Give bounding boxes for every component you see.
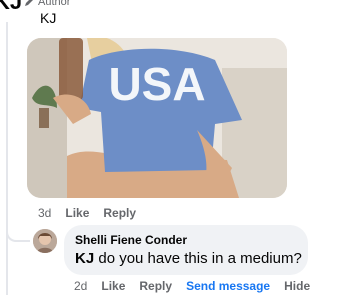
hide-button[interactable]: Hide (284, 279, 310, 293)
reply-connector (6, 214, 30, 242)
comment-text: KJ (40, 10, 57, 26)
thread-line (6, 22, 8, 295)
pen-icon (24, 0, 34, 7)
comment-actions: 3d Like Reply (38, 206, 136, 220)
like-button[interactable]: Like (65, 206, 89, 220)
reply-timestamp[interactable]: 2d (74, 279, 87, 293)
author-badge-label: Author (38, 0, 71, 8)
comment-photo[interactable]: USA (27, 38, 287, 198)
shirt-print: USA (108, 58, 205, 110)
author-avatar[interactable]: KJ (0, 0, 22, 14)
reply-like-button[interactable]: Like (101, 279, 125, 293)
reply-actions: 2d Like Reply Send message Hide (74, 279, 310, 293)
mention-link[interactable]: KJ (75, 250, 94, 267)
reply-reply-button[interactable]: Reply (139, 279, 172, 293)
reply-text: KJ do you have this in a medium? (75, 250, 302, 267)
author-badge: Author (24, 0, 70, 8)
reply-button[interactable]: Reply (103, 206, 136, 220)
reply-avatar[interactable] (33, 229, 57, 253)
send-message-button[interactable]: Send message (186, 279, 270, 293)
reply-message: do you have this in a medium? (94, 250, 302, 267)
reply-bubble: Shelli Fiene Conder KJ do you have this … (64, 225, 308, 275)
reply-author-name[interactable]: Shelli Fiene Conder (75, 233, 297, 247)
comment-timestamp[interactable]: 3d (38, 206, 51, 220)
